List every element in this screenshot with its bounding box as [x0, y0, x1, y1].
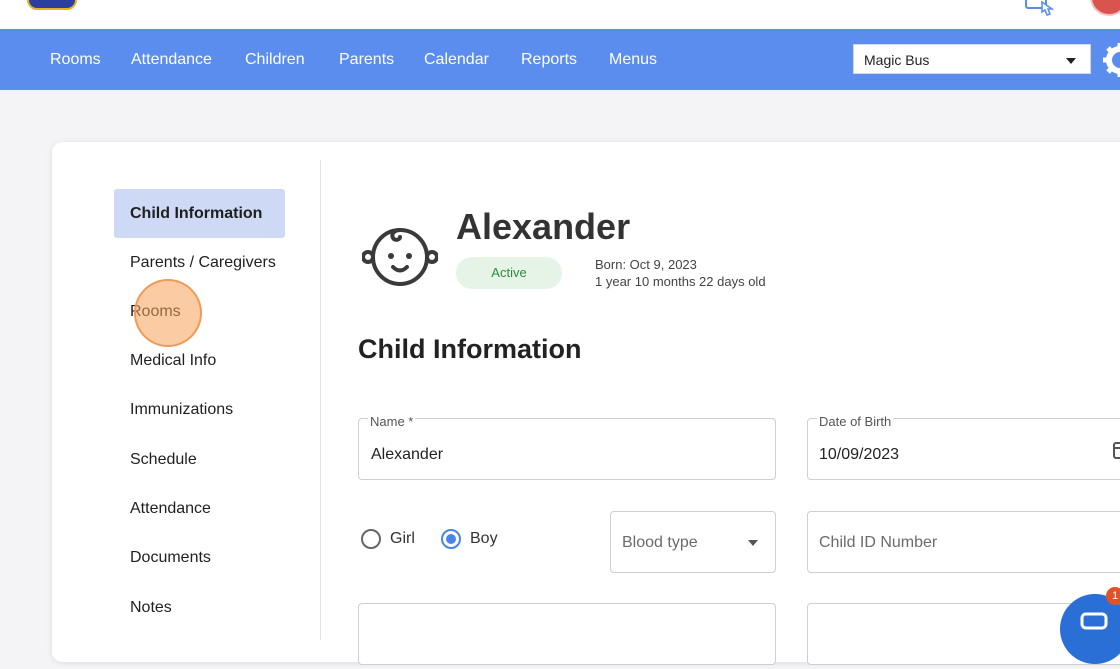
nav-reports[interactable]: Reports [521, 29, 577, 90]
nav-calendar[interactable]: Calendar [424, 29, 489, 90]
nav-parents[interactable]: Parents [339, 29, 394, 90]
chat-notification-badge: 1 [1106, 587, 1120, 605]
sidebar-item-attendance[interactable]: Attendance [130, 500, 211, 518]
tap-hand-icon[interactable] [1022, 0, 1062, 18]
status-badge: Active [456, 257, 562, 289]
sidebar-item-parents-caregivers[interactable]: Parents / Caregivers [130, 254, 276, 272]
age-text: 1 year 10 months 22 days old [595, 274, 766, 289]
sidebar-item-schedule[interactable]: Schedule [130, 451, 197, 469]
name-field-label: Name * [368, 414, 416, 429]
girl-radio[interactable] [361, 529, 381, 549]
section-title: Child Information [358, 334, 582, 364]
sidebar-item-label: Child Information [130, 205, 263, 222]
school-select-value: Magic Bus [864, 52, 930, 68]
gear-icon[interactable] [1100, 40, 1120, 80]
sidebar-item-notes[interactable]: Notes [130, 599, 172, 617]
girl-radio-label: Girl [390, 530, 415, 547]
date-of-birth-value: 10/09/2023 [819, 446, 900, 463]
child-id-placeholder: Child ID Number [819, 534, 938, 551]
user-avatar[interactable] [1090, 0, 1120, 16]
blood-type-placeholder: Blood type [622, 534, 698, 551]
sidebar-item-documents[interactable]: Documents [130, 549, 211, 567]
calendar-icon[interactable] [1112, 440, 1120, 460]
sidebar-divider [320, 160, 321, 640]
app-logo[interactable] [27, 0, 77, 10]
chat-icon [1080, 612, 1108, 630]
nav-attendance[interactable]: Attendance [131, 29, 212, 90]
date-of-birth-label: Date of Birth [817, 414, 894, 429]
school-select[interactable]: Magic Bus [853, 44, 1091, 74]
baby-face-icon [362, 228, 438, 286]
sidebar-item-immunizations[interactable]: Immunizations [130, 401, 233, 419]
nav-rooms[interactable]: Rooms [50, 29, 101, 90]
next-field-left[interactable] [358, 603, 776, 665]
nav-menus[interactable]: Menus [609, 29, 657, 90]
sidebar-item-medical-info[interactable]: Medical Info [130, 352, 216, 370]
birth-date-text: Born: Oct 9, 2023 [595, 257, 697, 272]
chat-button[interactable] [1060, 594, 1120, 664]
boy-radio-label: Boy [470, 530, 498, 547]
sidebar-item-rooms[interactable]: Rooms [130, 303, 181, 321]
chevron-down-icon [748, 540, 758, 546]
chevron-down-icon [1066, 58, 1076, 64]
child-name-heading: Alexander [456, 206, 631, 247]
name-field-value: Alexander [371, 446, 444, 463]
nav-children[interactable]: Children [245, 29, 305, 90]
top-bar [0, 0, 1120, 30]
boy-radio[interactable] [441, 529, 461, 549]
